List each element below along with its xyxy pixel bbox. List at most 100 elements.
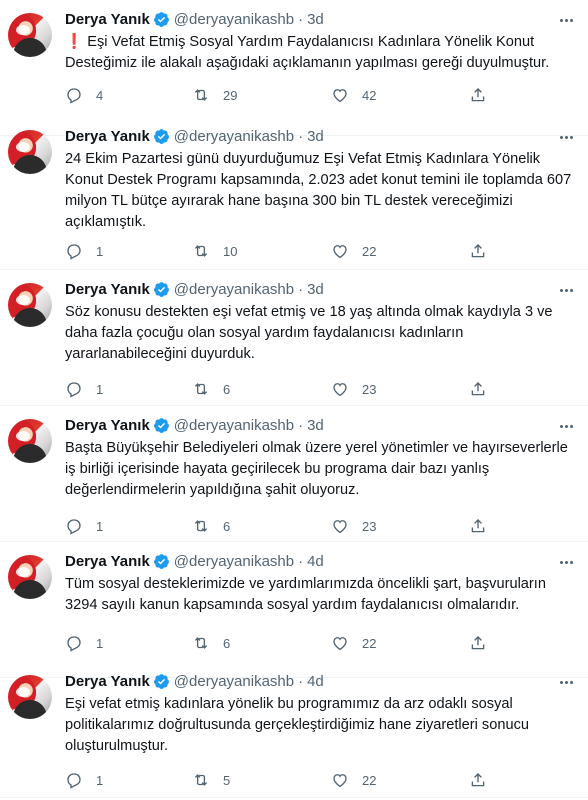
like-count: 23 (362, 518, 377, 534)
avatar[interactable] (8, 419, 52, 463)
author-handle[interactable]: @deryayanikashb (174, 281, 294, 298)
tweet-thread: Derya Yanık @deryayanikashb · 3d ❗ Eşi V… (0, 0, 588, 800)
more-icon[interactable] (556, 280, 576, 300)
timestamp[interactable]: 4d (307, 673, 324, 690)
verified-badge-icon (153, 417, 169, 433)
timestamp[interactable]: 3d (307, 128, 324, 145)
tweet[interactable]: Derya Yanık @deryayanikashb · 3d Söz kon… (0, 270, 588, 406)
author-handle[interactable]: @deryayanikashb (174, 553, 294, 570)
heart-icon (333, 520, 347, 534)
tweet-header: Derya Yanık @deryayanikashb · 4d (65, 670, 580, 692)
reply-button[interactable]: 1 (65, 634, 103, 652)
heart-icon (333, 637, 347, 651)
avatar[interactable] (8, 13, 52, 57)
separator: · (298, 10, 304, 28)
tweet-content: Derya Yanık @deryayanikashb · 3d Söz kon… (65, 278, 580, 365)
author-name[interactable]: Derya Yanık (65, 281, 150, 298)
timestamp[interactable]: 3d (307, 281, 324, 298)
separator: · (298, 280, 304, 298)
share-button[interactable] (469, 771, 487, 789)
retweet-button[interactable]: 5 (192, 771, 230, 789)
more-icon[interactable] (556, 127, 576, 147)
like-button[interactable]: 23 (331, 380, 376, 398)
tweet[interactable]: Derya Yanık @deryayanikashb · 3d ❗ Eşi V… (0, 0, 588, 136)
author-name[interactable]: Derya Yanık (65, 673, 150, 690)
avatar[interactable] (8, 675, 52, 719)
share-button[interactable] (469, 380, 487, 398)
tweet[interactable]: Derya Yanık @deryayanikashb · 4d Tüm sos… (0, 542, 588, 678)
avatar[interactable] (8, 283, 52, 327)
reply-icon (67, 636, 81, 652)
retweet-count: 6 (223, 518, 231, 534)
avatar[interactable] (8, 130, 52, 174)
more-icon[interactable] (556, 10, 576, 30)
reply-count: 1 (96, 381, 104, 397)
author-name[interactable]: Derya Yanık (65, 128, 150, 145)
retweet-button[interactable]: 10 (192, 242, 237, 260)
tweet-actions: 1 6 23 (65, 514, 548, 538)
reply-count: 4 (96, 87, 104, 103)
retweet-count: 10 (223, 243, 238, 259)
tweet-text: Başta Büyükşehir Belediyeleri olmak üzer… (65, 440, 568, 498)
author-handle[interactable]: @deryayanikashb (174, 417, 294, 434)
timestamp[interactable]: 4d (307, 553, 324, 570)
tweet-text: 24 Ekim Pazartesi günü duyurduğumuz Eşi … (65, 151, 572, 230)
tweet-content: Derya Yanık @deryayanikashb · 4d Tüm sos… (65, 550, 580, 616)
retweet-icon (194, 637, 208, 649)
like-count: 22 (362, 243, 377, 259)
timestamp[interactable]: 3d (307, 417, 324, 434)
share-button[interactable] (469, 242, 487, 260)
retweet-button[interactable]: 6 (192, 380, 230, 398)
like-button[interactable]: 42 (331, 86, 376, 104)
separator: · (298, 416, 304, 434)
more-icon[interactable] (556, 416, 576, 436)
share-button[interactable] (469, 517, 487, 535)
reply-button[interactable]: 1 (65, 517, 103, 535)
verified-badge-icon (153, 673, 169, 689)
like-button[interactable]: 23 (331, 517, 376, 535)
tweet[interactable]: Derya Yanık @deryayanikashb · 3d 24 Ekim… (0, 117, 588, 270)
author-name[interactable]: Derya Yanık (65, 553, 150, 570)
share-button[interactable] (469, 634, 487, 652)
author-handle[interactable]: @deryayanikashb (174, 673, 294, 690)
like-button[interactable]: 22 (331, 771, 376, 789)
retweet-button[interactable]: 6 (192, 634, 230, 652)
reply-icon (67, 88, 81, 104)
share-icon (471, 519, 485, 533)
author-handle[interactable]: @deryayanikashb (174, 11, 294, 28)
like-button[interactable]: 22 (331, 242, 376, 260)
tweet-header: Derya Yanık @deryayanikashb · 4d (65, 550, 580, 572)
reply-count: 1 (96, 772, 104, 788)
tweet-text: Eşi vefat etmiş kadınlara yönelik bu pro… (65, 696, 529, 754)
author-handle[interactable]: @deryayanikashb (174, 128, 294, 145)
tweet[interactable]: Derya Yanık @deryayanikashb · 3d Başta B… (0, 406, 588, 542)
verified-badge-icon (153, 11, 169, 27)
reply-button[interactable]: 1 (65, 771, 103, 789)
reply-button[interactable]: 1 (65, 380, 103, 398)
share-button[interactable] (469, 86, 487, 104)
retweet-icon (194, 383, 208, 395)
retweet-button[interactable]: 6 (192, 517, 230, 535)
retweet-icon (194, 520, 208, 532)
like-count: 22 (362, 635, 377, 651)
tweet-text: Tüm sosyal desteklerimizde ve yardımları… (65, 576, 546, 613)
reply-button[interactable]: 1 (65, 242, 103, 260)
avatar[interactable] (8, 555, 52, 599)
tweet[interactable]: Derya Yanık @deryayanikashb · 4d Eşi vef… (0, 662, 588, 798)
tweet-content: Derya Yanık @deryayanikashb · 4d Eşi vef… (65, 670, 580, 757)
reply-count: 1 (96, 243, 104, 259)
reply-icon (67, 519, 81, 535)
retweet-button[interactable]: 29 (192, 86, 237, 104)
author-name[interactable]: Derya Yanık (65, 417, 150, 434)
more-icon[interactable] (556, 672, 576, 692)
heart-icon (333, 245, 347, 259)
more-icon[interactable] (556, 552, 576, 572)
reply-count: 1 (96, 635, 104, 651)
author-name[interactable]: Derya Yanık (65, 11, 150, 28)
reply-button[interactable]: 4 (65, 86, 103, 104)
retweet-count: 6 (223, 381, 231, 397)
like-button[interactable]: 22 (331, 634, 376, 652)
timestamp[interactable]: 3d (307, 11, 324, 28)
tweet-text: Söz konusu destekten eşi vefat etmiş ve … (65, 304, 553, 362)
like-count: 23 (362, 381, 377, 397)
